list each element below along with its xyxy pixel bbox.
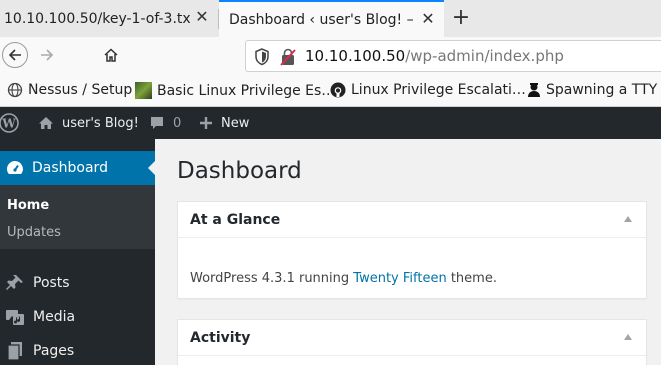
admin-sidebar: Dashboard Home Updates Posts Media Pages	[0, 139, 156, 365]
media-icon	[6, 310, 24, 325]
bookmark-label: Nessus / Setup	[28, 82, 133, 98]
browser-tab-bar: 10.10.100.50/key-1-of-3.txt ✕ Dashboard …	[0, 0, 661, 37]
version-text-suffix: theme.	[446, 271, 497, 286]
github-icon	[330, 82, 346, 98]
close-tab-icon[interactable]: ✕	[420, 11, 436, 27]
wordpress-version-text: WordPress 4.3.1 running Twenty Fifteen t…	[190, 271, 497, 286]
bookmark-item[interactable]: Basic Linux Privilege Es…	[135, 82, 335, 99]
bookmark-item[interactable]: Linux Privilege Escalati…	[330, 82, 526, 98]
dashboard-gauge-icon	[7, 161, 23, 174]
home-icon	[104, 48, 118, 62]
sidebar-item-label: Posts	[33, 275, 70, 291]
dashboard-submenu: Home Updates	[0, 185, 155, 249]
home-button[interactable]	[98, 42, 124, 68]
new-label: New	[221, 115, 250, 131]
site-name-link[interactable]: user's Blog!	[38, 107, 139, 139]
url-bar[interactable]: 10.10.100.50/wp-admin/index.php	[245, 40, 661, 72]
collapse-arrow-icon[interactable]	[624, 216, 632, 222]
new-content-button[interactable]: New	[199, 107, 249, 139]
url-path: /wp-admin/index.php	[405, 47, 564, 65]
close-tab-icon[interactable]: ✕	[194, 9, 210, 25]
widget-title: At a Glance	[190, 212, 281, 228]
site-name: user's Blog!	[62, 115, 139, 131]
widget-header[interactable]: At a Glance	[178, 202, 646, 238]
globe-icon	[7, 82, 23, 98]
svg-text:W: W	[1, 117, 16, 131]
url-host: 10.10.100.50	[305, 47, 406, 65]
widget-header[interactable]: Activity	[178, 320, 646, 356]
shield-icon[interactable]	[254, 48, 270, 66]
sidebar-item-label: Media	[33, 309, 76, 325]
comment-bubble-icon	[151, 117, 163, 129]
sidebar-item-dashboard[interactable]: Dashboard	[0, 151, 156, 185]
bookmark-label: Basic Linux Privilege Es…	[157, 82, 336, 99]
pages-icon	[7, 342, 22, 361]
browser-tab[interactable]: 10.10.100.50/key-1-of-3.txt ✕	[0, 0, 218, 37]
bookmark-item[interactable]: Nessus / Setup	[7, 82, 132, 98]
home-icon	[39, 117, 53, 129]
arrow-right-icon	[41, 49, 54, 61]
theme-link[interactable]: Twenty Fifteen	[353, 271, 446, 286]
sidebar-item-pages[interactable]: Pages	[0, 334, 155, 365]
insecure-lock-icon[interactable]	[280, 48, 296, 66]
wordpress-logo-icon: W	[0, 113, 19, 133]
collapse-arrow-icon[interactable]	[624, 334, 632, 340]
bookmark-label: Linux Privilege Escalati…	[351, 82, 526, 98]
wordpress-logo-button[interactable]: W	[0, 107, 25, 139]
tab-title: 10.10.100.50/key-1-of-3.txt	[4, 10, 190, 27]
new-tab-button[interactable]: +	[450, 6, 472, 30]
activity-widget: Activity	[177, 319, 647, 365]
submenu-item-updates[interactable]: Updates	[7, 225, 61, 240]
tab-title: Dashboard ‹ user's Blog! — WordPress	[229, 11, 413, 28]
current-menu-arrow	[148, 160, 156, 176]
at-a-glance-widget: At a Glance WordPress 4.3.1 running Twen…	[177, 201, 647, 299]
thumbnail-icon	[135, 82, 152, 99]
sidebar-item-posts[interactable]: Posts	[0, 266, 155, 300]
browser-tab-active[interactable]: Dashboard ‹ user's Blog! — WordPress ✕	[219, 0, 444, 37]
pushpin-icon	[6, 275, 23, 290]
bookmark-item[interactable]: Spawning a TTY S	[527, 82, 661, 98]
forward-button[interactable]	[34, 42, 60, 68]
sidebar-item-label: Dashboard	[32, 160, 108, 176]
url-text: 10.10.100.50/wp-admin/index.php	[305, 47, 564, 65]
submenu-item-home[interactable]: Home	[7, 198, 49, 213]
back-button[interactable]	[2, 42, 28, 68]
bookmarks-toolbar: Nessus / Setup Basic Linux Privilege Es……	[0, 75, 661, 107]
wp-admin-bar: W user's Blog! 0 New	[0, 107, 661, 139]
comments-count: 0	[173, 115, 182, 131]
arrow-left-icon	[8, 49, 21, 61]
hacker-icon	[528, 83, 540, 97]
sidebar-item-label: Pages	[33, 343, 75, 359]
page-title: Dashboard	[177, 158, 302, 184]
widget-title: Activity	[190, 330, 251, 346]
browser-nav-bar: 10.10.100.50/wp-admin/index.php	[0, 37, 661, 75]
comments-link[interactable]: 0	[149, 107, 181, 139]
version-text: WordPress 4.3.1 running	[190, 271, 354, 286]
sidebar-item-media[interactable]: Media	[0, 300, 155, 334]
plus-icon	[200, 117, 212, 129]
bookmark-label: Spawning a TTY S	[546, 82, 661, 98]
